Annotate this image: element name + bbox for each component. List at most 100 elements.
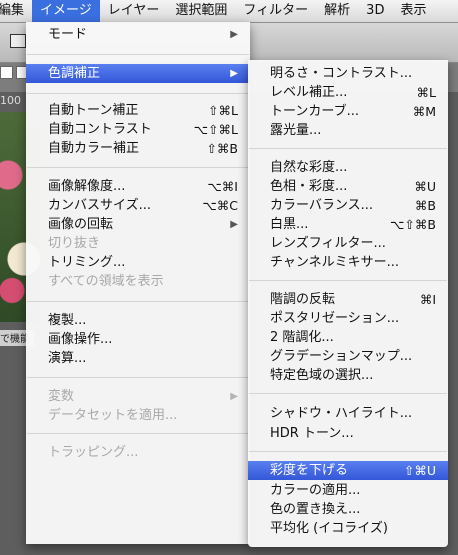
menu-layer[interactable]: レイヤー [100,0,168,22]
menu-separator [249,393,447,394]
menu-item-label: 色調補正 [48,66,101,81]
menu-item-label: カラーバランス... [270,198,374,213]
menu-item-image-rotation[interactable]: 画像の回転 ▶ [26,215,250,234]
menu-item-label: グラデーションマップ... [270,349,413,364]
menu-item-label: 変数 [48,389,75,404]
menu-item-canvas-size[interactable]: カンバスサイズ... ⌥⌘C [26,196,250,215]
menu-item-calculations[interactable]: 演算... [26,349,250,368]
menu-separator [27,93,249,94]
menu-item-crop: 切り抜き [26,234,250,253]
menu-item-adjustments[interactable]: 色調補正 ▶ [26,64,250,83]
menu-item-apply-data-set: データセットを適用... [26,406,250,425]
menu-item-trim[interactable]: トリミング... [26,253,250,272]
menu-separator [27,433,249,434]
menu-image[interactable]: イメージ [32,0,100,22]
menu-item-label: HDR トーン... [270,426,354,441]
menu-separator [27,301,249,302]
menu-item-shadows-highlights[interactable]: シャドウ・ハイライト... [248,404,448,423]
menu-item-label: 特定色域の選択... [270,368,374,383]
menu-separator [27,167,249,168]
tool-preset-icon[interactable] [10,34,26,48]
menu-item-auto-tone[interactable]: 自動トーン補正 ⇧⌘L [26,101,250,120]
menu-item-hdr-toning[interactable]: HDR トーン... [248,424,448,443]
menu-item-exposure[interactable]: 露光量... [248,121,448,140]
menu-item-duplicate[interactable]: 複製... [26,311,250,330]
menu-item-levels[interactable]: レベル補正... ⌘L [248,83,448,102]
menu-item-invert[interactable]: 階調の反転 ⌘I [248,290,448,309]
menu-item-label: 露光量... [270,123,322,138]
menu-item-label: トーンカーブ... [270,104,359,119]
menu-shortcut: ⌘B [414,198,436,213]
menu-item-hue-saturation[interactable]: 色相・彩度... ⌘U [248,177,448,196]
menu-shortcut: ⇧⌘B [206,141,238,156]
menu-item-gradient-map[interactable]: グラデーションマップ... [248,347,448,366]
menu-filter[interactable]: フィルター [235,0,316,22]
option-checkbox[interactable] [0,66,13,79]
menu-item-label: モード [48,27,88,42]
menu-item-threshold[interactable]: 2 階調化... [248,328,448,347]
menu-item-label: ポスタリゼーション... [270,311,400,326]
menu-3d[interactable]: 3D [358,0,392,22]
submenu-arrow-icon: ▶ [230,68,238,79]
menu-item-equalize[interactable]: 平均化 (イコライズ) [248,519,448,538]
menu-view[interactable]: 表示 [392,0,434,22]
menu-item-label: 切り抜き [48,236,101,251]
menu-item-desaturate[interactable]: 彩度を下げる ⇧⌘U [248,461,448,480]
menu-item-auto-contrast[interactable]: 自動コントラスト ⌥⇧⌘L [26,120,250,139]
menu-separator [27,377,249,378]
menu-item-label: 色の置き換え... [270,502,361,517]
menu-separator [249,280,447,281]
menu-item-label: 自動カラー補正 [48,141,140,156]
menu-item-label: 演算... [48,351,87,366]
menu-item-label: 複製... [48,313,87,328]
menu-separator [249,148,447,149]
menu-shortcut: ⌥⇧⌘L [193,122,238,137]
menu-item-label: 白黒... [270,217,309,232]
menu-edit[interactable]: 編集 [0,0,32,22]
menu-item-label: すべての領域を表示 [48,274,164,289]
menu-item-label: 自然な彩度... [270,160,348,175]
adjustments-submenu: 明るさ・コントラスト... レベル補正... ⌘L トーンカーブ... ⌘M 露… [248,60,448,547]
menu-item-label: 自動トーン補正 [48,103,139,118]
menu-item-label: 2 階調化... [270,330,334,345]
submenu-arrow-icon: ▶ [230,29,238,40]
image-menu: モード ▶ 色調補正 ▶ 自動トーン補正 ⇧⌘L 自動コントラスト ⌥⇧⌘L 自… [26,22,250,544]
menu-item-image-size[interactable]: 画像解像度... ⌥⌘I [26,177,250,196]
menu-analysis[interactable]: 解析 [316,0,358,22]
menu-separator [249,451,447,452]
menu-item-auto-color[interactable]: 自動カラー補正 ⇧⌘B [26,139,250,158]
menu-item-trap: トラッピング... [26,443,250,462]
menu-item-selective-color[interactable]: 特定色域の選択... [248,366,448,385]
submenu-arrow-icon: ▶ [230,219,238,230]
menu-item-replace-color[interactable]: 色の置き換え... [248,500,448,519]
menu-item-label: 明るさ・コントラスト... [270,66,413,81]
menu-item-label: 彩度を下げる [270,463,349,478]
menu-item-mode[interactable]: モード ▶ [26,25,250,44]
menu-shortcut: ⌘U [414,179,436,194]
menu-separator [27,54,249,55]
menu-item-label: カラーの適用... [270,483,361,498]
menu-item-photo-filter[interactable]: レンズフィルター... [248,234,448,253]
menu-shortcut: ⇧⌘L [208,103,238,118]
menu-shortcut: ⌘I [419,292,436,307]
menu-item-label: トリミング... [48,255,126,270]
menu-item-label: 色相・彩度... [270,179,348,194]
menu-shortcut: ⌥⇧⌘B [390,217,436,232]
menu-item-curves[interactable]: トーンカーブ... ⌘M [248,102,448,121]
menu-item-label: レンズフィルター... [270,236,386,251]
submenu-arrow-icon: ▶ [230,391,238,402]
menu-item-black-white[interactable]: 白黒... ⌥⇧⌘B [248,215,448,234]
menu-select[interactable]: 選択範囲 [167,0,235,22]
menu-item-color-balance[interactable]: カラーバランス... ⌘B [248,196,448,215]
menu-item-apply-image[interactable]: 画像操作... [26,330,250,349]
menu-item-match-color[interactable]: カラーの適用... [248,481,448,500]
menu-shortcut: ⌘L [416,85,436,100]
menu-item-brightness-contrast[interactable]: 明るさ・コントラスト... [248,64,448,83]
menu-shortcut: ⌥⌘C [202,198,238,213]
menu-item-posterize[interactable]: ポスタリゼーション... [248,309,448,328]
menu-item-channel-mixer[interactable]: チャンネルミキサー... [248,253,448,272]
menu-item-label: 階調の反転 [270,292,336,307]
menu-item-vibrance[interactable]: 自然な彩度... [248,158,448,177]
menu-item-label: レベル補正... [270,85,348,100]
menu-item-label: シャドウ・ハイライト... [270,406,413,421]
